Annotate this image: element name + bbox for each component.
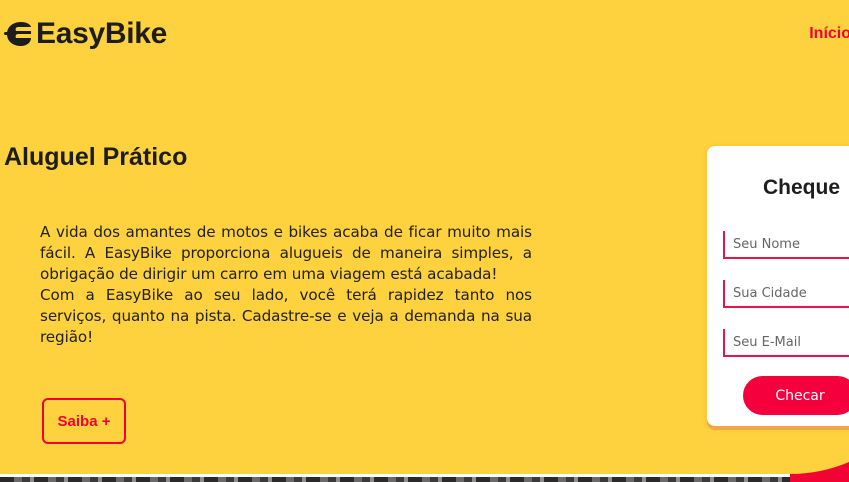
check-form-card: Cheque Checar	[707, 146, 849, 426]
saiba-mais-button[interactable]: Saiba +	[42, 398, 126, 444]
nav-link-inicio[interactable]: Início	[809, 24, 849, 44]
name-input[interactable]	[723, 231, 849, 259]
form-title: Cheque	[763, 176, 841, 199]
helmet-icon	[4, 22, 31, 46]
hero-paragraph-2: Com a EasyBike ao seu lado, você terá ra…	[40, 286, 532, 346]
hero-paragraph-1: A vida dos amantes de motos e bikes acab…	[40, 223, 532, 283]
hero-description: A vida dos amantes de motos e bikes acab…	[40, 222, 532, 348]
email-input[interactable]	[723, 329, 849, 357]
brand-logo[interactable]: EasyBike	[4, 14, 167, 54]
city-input[interactable]	[723, 280, 849, 308]
logo-text: EasyBike	[36, 17, 168, 50]
bottom-section-image	[0, 477, 849, 482]
hero-title: Aluguel Prático	[4, 143, 188, 171]
checar-button[interactable]: Checar	[743, 376, 849, 415]
decorative-swoosh	[790, 462, 849, 482]
